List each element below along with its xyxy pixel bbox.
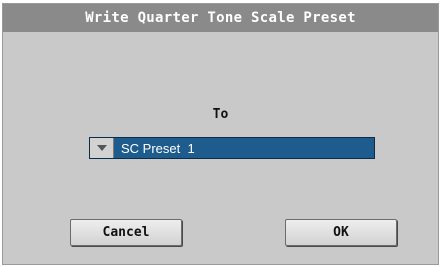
triangle-down-icon-glyph bbox=[96, 145, 107, 151]
preset-select-value: SC Preset 1 bbox=[121, 140, 195, 156]
triangle-down-icon[interactable] bbox=[90, 138, 114, 158]
ok-button[interactable]: OK bbox=[285, 219, 397, 246]
cancel-button[interactable]: Cancel bbox=[70, 219, 182, 246]
dialog-title-bar: Write Quarter Tone Scale Preset bbox=[3, 4, 438, 32]
preset-select[interactable]: SC Preset 1 bbox=[89, 137, 375, 159]
to-label: To bbox=[212, 107, 229, 122]
write-preset-dialog: Write Quarter Tone Scale Preset To SC Pr… bbox=[2, 3, 439, 265]
dialog-title: Write Quarter Tone Scale Preset bbox=[85, 10, 356, 26]
